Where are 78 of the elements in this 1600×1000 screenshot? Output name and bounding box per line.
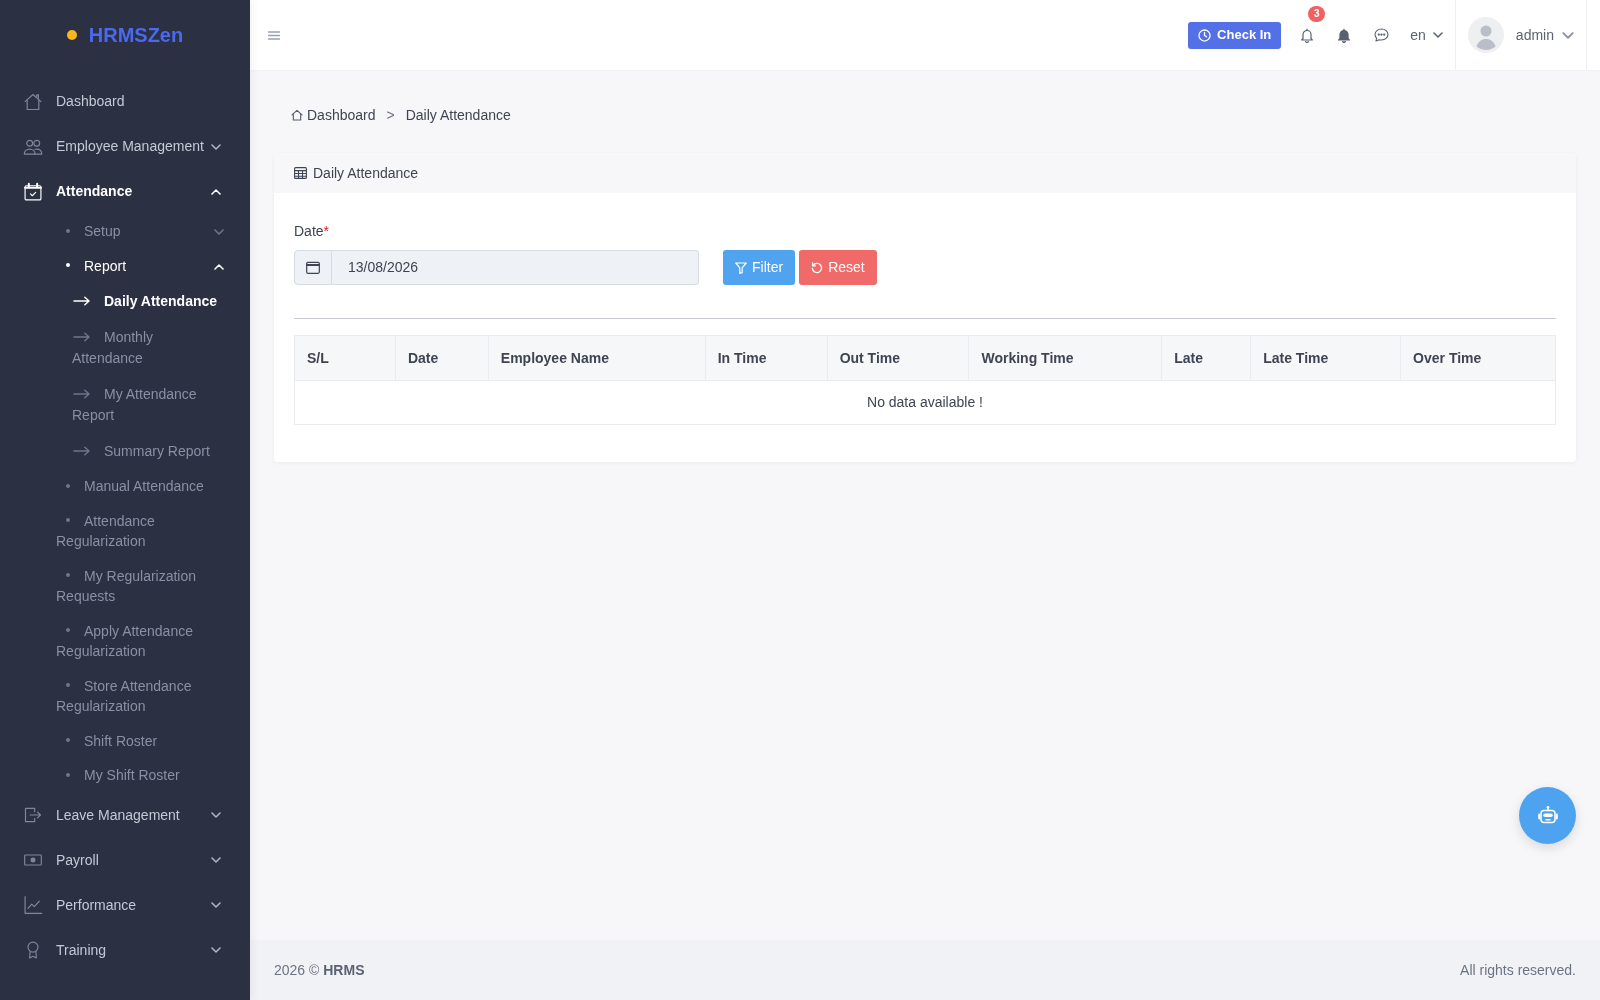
breadcrumb-current: Daily Attendance [405,106,511,125]
bullet-icon [66,263,70,268]
chatbot-button[interactable] [1519,787,1576,844]
submenu-item[interactable]: My Attendance Report [0,376,250,433]
chevron-down-icon [1562,31,1574,39]
submenu-item[interactable]: Report [0,248,250,283]
bell-icon[interactable] [1300,27,1315,43]
empty-table-message: No data available ! [294,380,1556,425]
date-field[interactable]: 13/08/2026 [332,250,699,285]
column-header: Working Time [969,335,1162,381]
submenu-item[interactable]: Shift Roster [0,723,250,758]
menu-icon[interactable] [268,30,280,40]
clock-icon [1198,28,1212,42]
avatar-icon [1467,17,1504,53]
calendar-icon [306,261,320,274]
filter-button[interactable]: Filter [723,250,796,285]
reset-button[interactable]: Reset [799,250,877,285]
language-dropdown[interactable]: en [1410,24,1455,46]
arrow-right-icon [73,389,90,400]
submenu-item[interactable]: Setup [0,214,250,249]
dot-icon [66,30,77,40]
column-header: Date [395,335,489,381]
exit-arrow-icon [23,805,43,825]
bullet-icon [66,628,70,633]
submenu-item[interactable]: Apply Attendance Regularization [0,613,250,669]
sidebar-item[interactable]: Training [0,927,250,973]
sidebar-item[interactable]: Performance [0,882,250,928]
submenu-item[interactable]: Manual Attendance [0,469,250,504]
arrow-right-icon [73,296,90,307]
submenu-item[interactable]: Summary Report [0,433,250,469]
arrow-right-icon [73,332,90,343]
table-icon [294,167,307,179]
card-title: Daily Attendance [313,163,419,183]
line-chart-icon [23,895,43,915]
bullet-icon [66,738,70,743]
bell-filled-icon[interactable] [1337,27,1352,43]
breadcrumb-link[interactable]: Dashboard [307,105,376,125]
home-icon [23,91,43,112]
field-label: Date* [294,222,331,241]
submenu-item[interactable]: Monthly Attendance [0,319,250,376]
chevron-down-icon [1432,32,1443,38]
sidebar-item[interactable]: Dashboard [0,79,250,124]
bullet-icon [66,683,70,688]
calendar-addon[interactable] [294,250,332,285]
sidebar-item[interactable]: Payroll [0,837,250,883]
home-icon [291,109,303,121]
sidebar-item[interactable]: Employee Management [0,124,250,169]
check-in-button[interactable]: Check In [1188,21,1282,49]
refresh-icon [811,261,824,274]
app-logo: HRMSZen [88,23,184,47]
breadcrumb-separator: > [386,106,395,125]
chat-icon[interactable] [1374,28,1390,42]
bullet-icon [66,573,70,578]
submenu-item[interactable]: Store Attendance Regularization [0,668,250,724]
submenu-item[interactable]: Attendance Regularization [0,503,250,559]
submenu-item[interactable]: My Shift Roster [0,758,250,793]
arrow-right-icon [73,446,90,457]
user-menu[interactable]: admin [1467,17,1574,53]
submenu-item[interactable]: Daily Attendance [0,283,250,319]
column-header: Late [1161,335,1251,381]
column-header: In Time [705,335,828,381]
column-header: Employee Name [488,335,706,381]
funnel-icon [735,261,747,274]
sidebar-item[interactable]: Attendance [0,169,250,214]
bullet-icon [66,483,70,488]
sidebar-item[interactable]: Leave Management [0,792,250,838]
bullet-icon [66,772,70,777]
calendar-check-icon [23,181,43,202]
column-header: Over Time [1400,335,1556,381]
submenu-item[interactable]: My Regularization Requests [0,558,250,614]
rights-text: All rights reserved. [1460,960,1576,980]
copyright-text: 2026 © HRMS [274,960,365,980]
bullet-icon [66,518,70,523]
bullet-icon [66,228,70,233]
column-header: S/L [294,335,396,381]
column-header: Out Time [827,335,969,381]
column-header: Late Time [1250,335,1401,381]
notification-badge: 3 [1308,5,1326,22]
